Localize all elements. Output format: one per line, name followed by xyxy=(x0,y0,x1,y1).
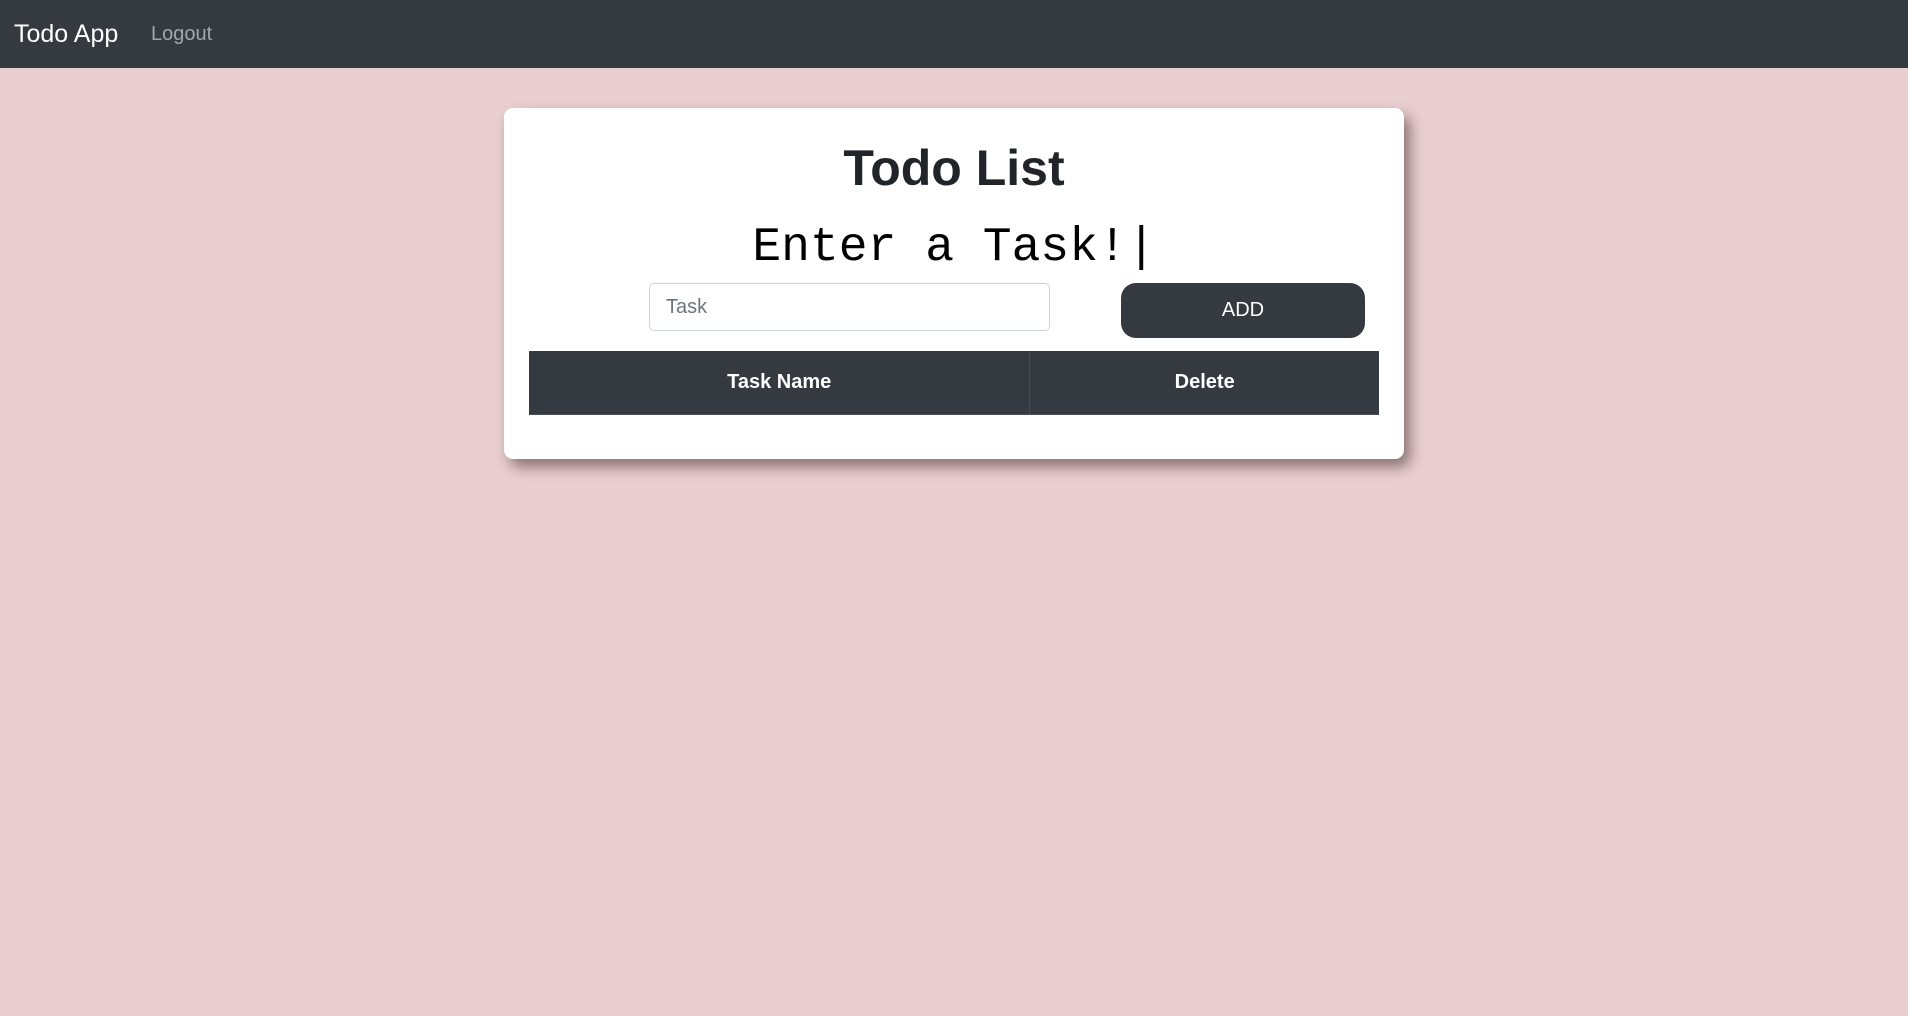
brand-link[interactable]: Todo App xyxy=(14,16,118,52)
top-navbar: Todo App Logout xyxy=(0,0,1908,68)
page-title: Todo List xyxy=(843,140,1065,196)
table-header-row: Task Name Delete xyxy=(529,351,1379,415)
column-header-task-name: Task Name xyxy=(529,351,1031,415)
task-input[interactable] xyxy=(649,283,1050,331)
logout-link[interactable]: Logout xyxy=(151,20,212,48)
task-table: Task Name Delete xyxy=(529,351,1379,415)
task-table-header: Task Name Delete xyxy=(529,351,1379,415)
column-header-delete: Delete xyxy=(1029,351,1379,415)
add-button[interactable]: ADD xyxy=(1121,283,1365,338)
todo-card: Todo List Enter a Task!| ADD Task Name D… xyxy=(504,108,1404,459)
typing-prompt: Enter a Task!| xyxy=(752,221,1156,275)
